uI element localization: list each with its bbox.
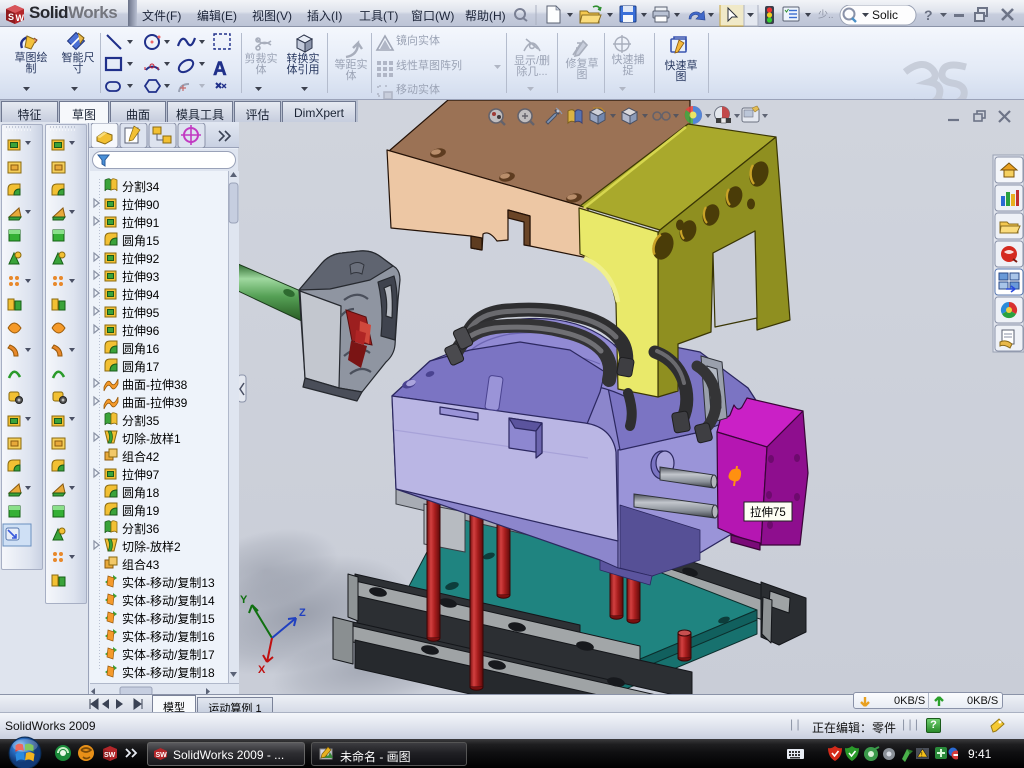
svg-text:少..: 少..	[818, 9, 834, 21]
svg-text:Y: Y	[240, 594, 248, 606]
svg-text:Solic: Solic	[872, 8, 898, 22]
svg-text:Z: Z	[299, 607, 306, 619]
svg-text:S: S	[8, 12, 14, 22]
svg-text:拉伸75: 拉伸75	[750, 505, 786, 519]
svg-text:A: A	[213, 59, 227, 80]
svg-text:W: W	[16, 13, 25, 23]
svg-text:X: X	[258, 664, 266, 676]
svg-text:?: ?	[924, 7, 933, 23]
svg-text:SW: SW	[156, 752, 168, 759]
svg-text:SW: SW	[104, 752, 116, 759]
